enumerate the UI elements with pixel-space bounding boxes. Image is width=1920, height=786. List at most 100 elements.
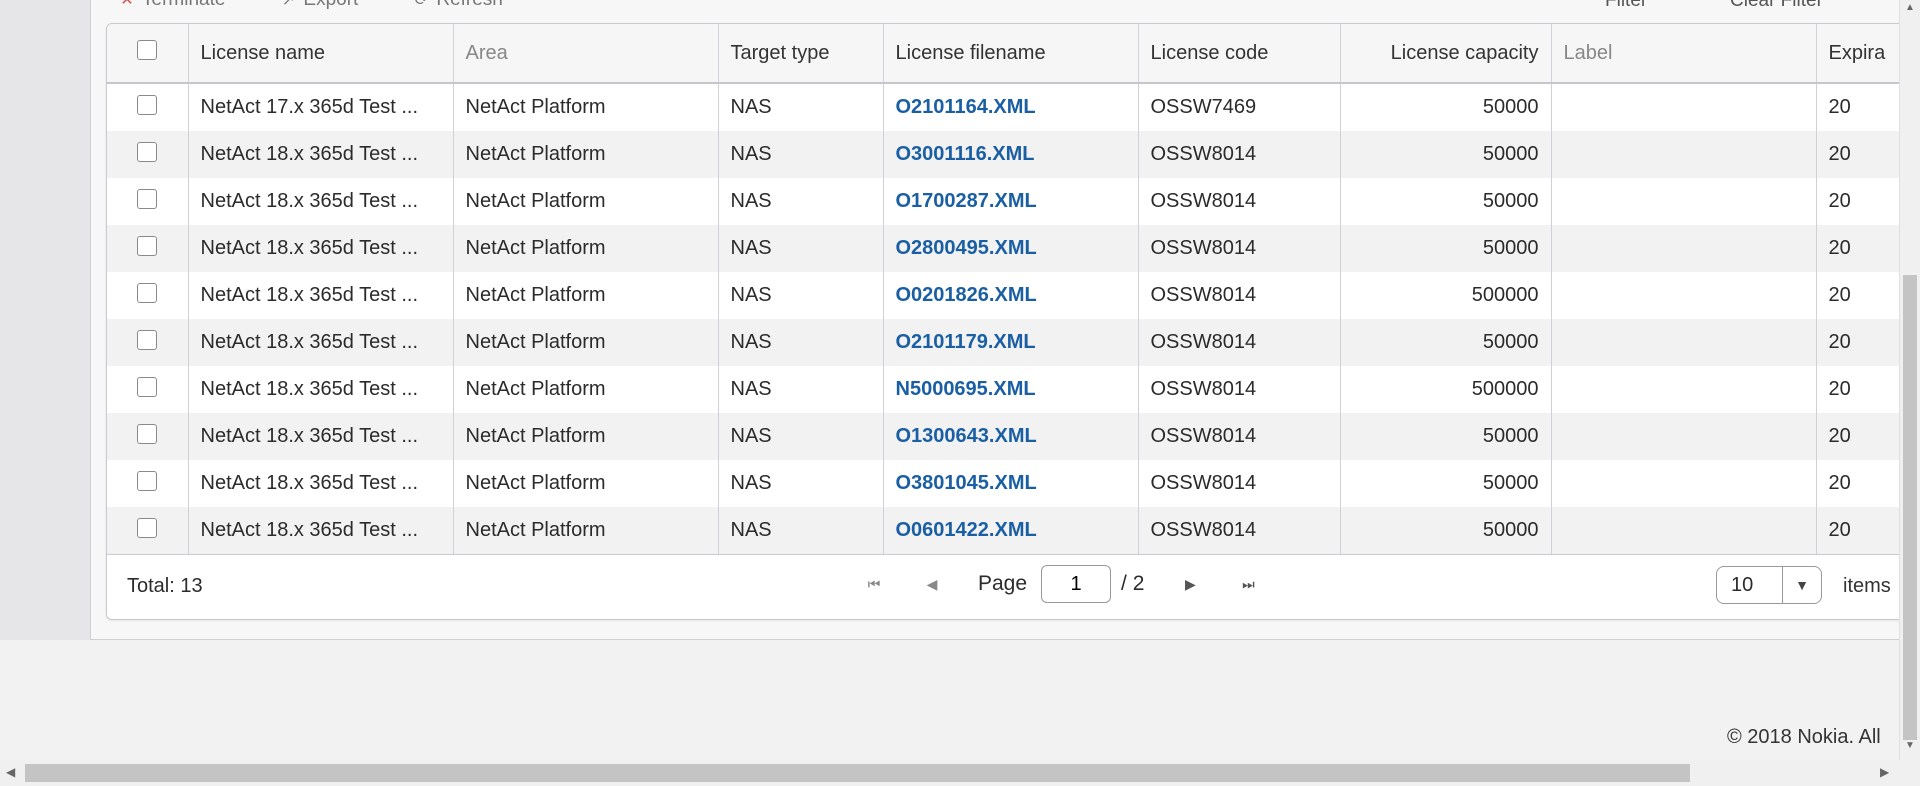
- grid-footer: Total: 13 ⏮ ◀ Page / 2 ▶ ⏭ 10 ▼ items: [107, 554, 1920, 619]
- col-label[interactable]: Label: [1551, 24, 1817, 84]
- scroll-right-icon[interactable]: ▶: [1880, 765, 1889, 779]
- cell-label: [1551, 131, 1817, 178]
- cell-target-type: NAS: [718, 413, 884, 460]
- cell-license-name: NetAct 18.x 365d Test ...: [188, 460, 454, 507]
- cell-target-type: NAS: [718, 225, 884, 272]
- toolbar: ✕ Terminate ↗ Export ⟳ Refresh: [118, 0, 557, 10]
- col-license-name[interactable]: License name: [188, 24, 454, 84]
- table-row[interactable]: NetAct 17.x 365d Test ... NetAct Platfor…: [107, 83, 1920, 131]
- horizontal-scrollbar[interactable]: ◀ ▶: [0, 760, 1900, 786]
- row-checkbox-cell[interactable]: [107, 507, 189, 554]
- cell-license-code: OSSW8014: [1138, 319, 1341, 366]
- table-row[interactable]: NetAct 18.x 365d Test ... NetAct Platfor…: [107, 413, 1920, 460]
- prev-page-icon[interactable]: ◀: [920, 572, 944, 596]
- row-checkbox[interactable]: [137, 188, 158, 209]
- row-checkbox[interactable]: [137, 235, 158, 256]
- cell-license-capacity: 50000: [1340, 131, 1552, 178]
- select-all-checkbox[interactable]: [137, 40, 158, 60]
- row-checkbox-cell[interactable]: [107, 366, 189, 413]
- scroll-up-icon[interactable]: ▲: [1904, 2, 1916, 14]
- clear-filter-button[interactable]: Clear Filter: [1730, 0, 1823, 12]
- horizontal-scroll-thumb[interactable]: [25, 764, 1690, 782]
- license-filename-link[interactable]: O0601422.XML: [883, 507, 1139, 554]
- copyright: © 2018 Nokia. All: [1727, 726, 1881, 748]
- license-filename-link[interactable]: O0201826.XML: [883, 272, 1139, 319]
- vertical-scroll-thumb[interactable]: [1903, 275, 1917, 740]
- export-button[interactable]: ↗ Export: [279, 0, 359, 11]
- col-target-type[interactable]: Target type: [718, 24, 884, 84]
- filter-button[interactable]: Filter: [1605, 0, 1647, 12]
- cell-label: [1551, 178, 1817, 225]
- next-page-icon[interactable]: ▶: [1178, 572, 1202, 596]
- terminate-label: Terminate: [142, 0, 225, 11]
- row-checkbox-cell[interactable]: [107, 272, 189, 319]
- row-checkbox-cell[interactable]: [107, 319, 189, 366]
- table-row[interactable]: NetAct 18.x 365d Test ... NetAct Platfor…: [107, 319, 1920, 366]
- first-page-icon[interactable]: ⏮: [862, 572, 886, 596]
- table-row[interactable]: NetAct 18.x 365d Test ... NetAct Platfor…: [107, 272, 1920, 319]
- col-license-capacity[interactable]: License capacity: [1340, 24, 1552, 84]
- row-checkbox[interactable]: [137, 282, 158, 303]
- cell-license-code: OSSW7469: [1138, 83, 1341, 131]
- row-checkbox[interactable]: [137, 94, 158, 115]
- cell-license-capacity: 50000: [1340, 178, 1552, 225]
- table-row[interactable]: NetAct 18.x 365d Test ... NetAct Platfor…: [107, 225, 1920, 272]
- terminate-button[interactable]: ✕ Terminate: [118, 0, 225, 11]
- cell-license-capacity: 500000: [1340, 272, 1552, 319]
- refresh-button[interactable]: ⟳ Refresh: [412, 0, 503, 11]
- col-license-filename[interactable]: License filename: [883, 24, 1139, 84]
- row-checkbox-cell[interactable]: [107, 178, 189, 225]
- license-filename-link[interactable]: O2101179.XML: [883, 319, 1139, 366]
- scroll-down-icon[interactable]: ▼: [1904, 740, 1916, 752]
- row-checkbox[interactable]: [137, 517, 158, 538]
- table-row[interactable]: NetAct 18.x 365d Test ... NetAct Platfor…: [107, 507, 1920, 554]
- license-filename-link[interactable]: O3001116.XML: [883, 131, 1139, 178]
- row-checkbox[interactable]: [137, 423, 158, 444]
- cell-license-name: NetAct 18.x 365d Test ...: [188, 507, 454, 554]
- cell-target-type: NAS: [718, 319, 884, 366]
- col-area[interactable]: Area: [453, 24, 719, 84]
- license-filename-link[interactable]: N5000695.XML: [883, 366, 1139, 413]
- license-filename-link[interactable]: O1700287.XML: [883, 178, 1139, 225]
- table-row[interactable]: NetAct 18.x 365d Test ... NetAct Platfor…: [107, 460, 1920, 507]
- row-checkbox-cell[interactable]: [107, 83, 189, 131]
- cell-label: [1551, 366, 1817, 413]
- cell-target-type: NAS: [718, 366, 884, 413]
- table-row[interactable]: NetAct 18.x 365d Test ... NetAct Platfor…: [107, 366, 1920, 413]
- cell-label: [1551, 319, 1817, 366]
- license-filename-link[interactable]: O3801045.XML: [883, 460, 1139, 507]
- cell-license-capacity: 50000: [1340, 225, 1552, 272]
- pager: ⏮ ◀ Page / 2 ▶ ⏭: [862, 565, 1294, 603]
- scroll-left-icon[interactable]: ◀: [6, 765, 15, 779]
- row-checkbox-cell[interactable]: [107, 131, 189, 178]
- select-all-checkbox-cell[interactable]: [107, 24, 189, 84]
- page-size-select[interactable]: 10 ▼: [1716, 566, 1822, 604]
- page-number-input[interactable]: [1041, 565, 1112, 603]
- cell-area: NetAct Platform: [453, 83, 719, 131]
- row-checkbox-cell[interactable]: [107, 460, 189, 507]
- cell-label: [1551, 272, 1817, 319]
- row-checkbox-cell[interactable]: [107, 225, 189, 272]
- cell-license-name: NetAct 18.x 365d Test ...: [188, 366, 454, 413]
- vertical-scrollbar[interactable]: ▲ ▼: [1899, 0, 1920, 786]
- chevron-down-icon[interactable]: ▼: [1782, 567, 1821, 603]
- cell-area: NetAct Platform: [453, 225, 719, 272]
- cell-license-code: OSSW8014: [1138, 178, 1341, 225]
- cell-license-capacity: 500000: [1340, 366, 1552, 413]
- cell-target-type: NAS: [718, 83, 884, 131]
- license-filename-link[interactable]: O2101164.XML: [883, 83, 1139, 131]
- row-checkbox[interactable]: [137, 329, 158, 350]
- cell-target-type: NAS: [718, 131, 884, 178]
- col-license-code[interactable]: License code: [1138, 24, 1341, 84]
- cell-license-name: NetAct 18.x 365d Test ...: [188, 225, 454, 272]
- table-row[interactable]: NetAct 18.x 365d Test ... NetAct Platfor…: [107, 131, 1920, 178]
- cell-label: [1551, 460, 1817, 507]
- row-checkbox[interactable]: [137, 141, 158, 162]
- row-checkbox[interactable]: [137, 470, 158, 491]
- table-row[interactable]: NetAct 18.x 365d Test ... NetAct Platfor…: [107, 178, 1920, 225]
- license-filename-link[interactable]: O1300643.XML: [883, 413, 1139, 460]
- license-filename-link[interactable]: O2800495.XML: [883, 225, 1139, 272]
- row-checkbox[interactable]: [137, 376, 158, 397]
- row-checkbox-cell[interactable]: [107, 413, 189, 460]
- last-page-icon[interactable]: ⏭: [1236, 572, 1260, 596]
